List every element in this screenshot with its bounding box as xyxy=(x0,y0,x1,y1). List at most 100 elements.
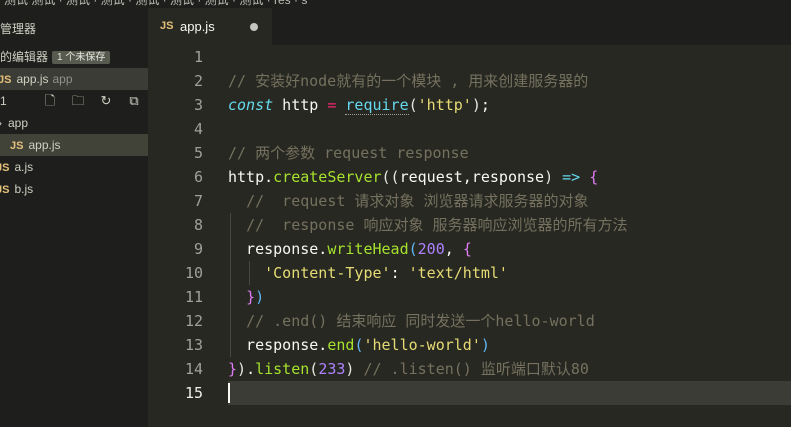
code-token: ( xyxy=(408,240,418,258)
code-token: // .listen() 监听端口默认80 xyxy=(363,360,589,378)
code-token: 233 xyxy=(318,360,346,378)
code-token: http xyxy=(228,168,265,186)
code-token: => xyxy=(562,168,581,186)
code-token: 'Content-Type' xyxy=(264,264,391,282)
tree-item-label: a.js xyxy=(14,160,34,174)
new-folder-icon[interactable]: 🗀 xyxy=(70,90,86,112)
code-token: writeHead xyxy=(327,240,409,258)
line-number: 6 xyxy=(193,168,203,186)
line-number: 4 xyxy=(193,120,203,138)
line-number: 5 xyxy=(193,144,203,162)
tree-item-b-js[interactable]: JS b.js xyxy=(0,178,148,200)
code-token: { xyxy=(589,168,599,186)
code-line[interactable]: response.writeHead(200, { xyxy=(228,237,472,261)
line-number: 2 xyxy=(193,72,203,90)
code-token: ) xyxy=(471,96,481,114)
explorer-title: 管理器 xyxy=(0,18,148,40)
code-editor[interactable]: 1 2 3 4 5 6 7 8 9 10 11 12 13 14 15 // 安装好node就有的一个模块 … xyxy=(148,45,791,427)
code-line[interactable]: http.createServer((request,response) => … xyxy=(228,165,598,189)
code-token: 'text/html' xyxy=(408,264,508,282)
collapse-all-icon[interactable]: ⧉ xyxy=(126,90,142,112)
code-line[interactable]: }).listen(233) // .listen() 监听端口默认80 xyxy=(228,357,589,381)
line-number: 10 xyxy=(184,264,203,282)
code-token: request,response xyxy=(399,168,545,186)
code-token: : xyxy=(390,264,409,282)
code-token: end xyxy=(327,336,355,354)
code-token: // .end() 结束响应 同时发送一个hello-world xyxy=(246,312,595,330)
tree-item-label: app.js xyxy=(28,138,61,152)
code-token: ) xyxy=(480,336,490,354)
code-token: ) xyxy=(237,360,247,378)
folder-header[interactable]: 1 🗋 🗀 ↻ ⧉ xyxy=(0,90,148,112)
open-editor-folder-name: app xyxy=(52,72,73,86)
tab-label: app.js xyxy=(180,19,215,34)
code-token: // request 请求对象 浏览器请求服务器的对象 xyxy=(246,192,589,210)
code-token: createServer xyxy=(273,168,382,186)
code-token: response. xyxy=(228,336,328,354)
text-cursor xyxy=(228,383,230,403)
line-number: 1 xyxy=(193,48,203,66)
code-token: ; xyxy=(480,96,490,114)
line-number: 9 xyxy=(193,240,203,258)
code-token: // response 响应对象 服务器响应浏览器的所有方法 xyxy=(246,216,628,234)
code-token: , xyxy=(444,240,463,258)
code-token: http xyxy=(273,96,328,114)
open-editors-header[interactable]: 的编辑器 1 个未保存 xyxy=(0,46,148,68)
code-line[interactable]: }) xyxy=(228,285,264,309)
code-token: // 两个参数 request response xyxy=(228,144,469,162)
code-line[interactable]: // response 响应对象 服务器响应浏览器的所有方法 xyxy=(228,213,628,237)
line-number: 12 xyxy=(184,312,203,330)
line-number: 14 xyxy=(184,360,203,378)
code-token: 200 xyxy=(417,240,445,258)
js-file-icon: JS xyxy=(0,162,10,174)
open-editor-item-app-js[interactable]: JS app.js app xyxy=(0,68,148,90)
title-strip: 测试 测试 · 测试 · 测试 · 测试 · 测试 · 测试 · 测试 · re… xyxy=(0,0,791,8)
open-editors-label: 的编辑器 xyxy=(0,50,49,64)
code-token: ) xyxy=(544,168,554,186)
code-line[interactable]: 'Content-Type': 'text/html' xyxy=(228,261,508,285)
code-line[interactable]: // 两个参数 request response xyxy=(228,141,469,165)
code-token: require xyxy=(345,96,409,115)
code-line[interactable]: // .end() 结束响应 同时发送一个hello-world xyxy=(228,309,595,333)
code-token: } xyxy=(228,360,238,378)
code-token: } xyxy=(246,288,256,306)
line-number: 8 xyxy=(193,216,203,234)
unsaved-badge: 1 个未保存 xyxy=(52,51,111,65)
code-token: ( xyxy=(408,96,418,114)
tree-item-app[interactable]: › app xyxy=(0,112,148,134)
code-line[interactable]: // request 请求对象 浏览器请求服务器的对象 xyxy=(228,189,588,213)
code-line[interactable]: const http = require('http'); xyxy=(228,93,490,117)
js-file-icon: JS xyxy=(0,184,10,196)
line-number: 11 xyxy=(184,288,203,306)
code-token: . xyxy=(264,168,274,186)
code-token: // 安装好node就有的一个模块 , 用来创建服务器的 xyxy=(228,72,589,90)
code-token: 'http' xyxy=(417,96,472,114)
new-file-icon[interactable]: 🗋 xyxy=(42,90,58,112)
tab-app-js[interactable]: JS app.js xyxy=(148,8,272,45)
code-line[interactable]: response.end('hello-world') xyxy=(228,333,490,357)
js-file-icon: JS xyxy=(0,74,12,86)
line-number: 13 xyxy=(184,336,203,354)
code-token: 'hello-world' xyxy=(363,336,481,354)
code-token: ) xyxy=(255,288,265,306)
line-number: 3 xyxy=(193,96,203,114)
code-token: listen xyxy=(255,360,310,378)
open-editor-file-name: app.js xyxy=(16,72,49,86)
code-line[interactable]: // 安装好node就有的一个模块 , 用来创建服务器的 xyxy=(228,69,588,93)
editor-tab-bar: JS app.js xyxy=(148,8,791,45)
unsaved-dot-icon[interactable] xyxy=(250,23,258,31)
explorer-sidebar: 管理器 的编辑器1 个未保存 JSapp.jsapp 1 🗋 🗀 ↻ ⧉ ›ap… xyxy=(0,8,148,427)
line-number: 15 xyxy=(184,384,203,402)
refresh-icon[interactable]: ↻ xyxy=(98,90,114,112)
code-token: ( xyxy=(309,360,319,378)
folder-label: 1 xyxy=(0,94,7,108)
tree-item-app-js[interactable]: JS app.js xyxy=(0,134,148,156)
tree-item-a-js[interactable]: JS a.js xyxy=(0,156,148,178)
explorer-title-text: 管理器 xyxy=(0,22,37,36)
